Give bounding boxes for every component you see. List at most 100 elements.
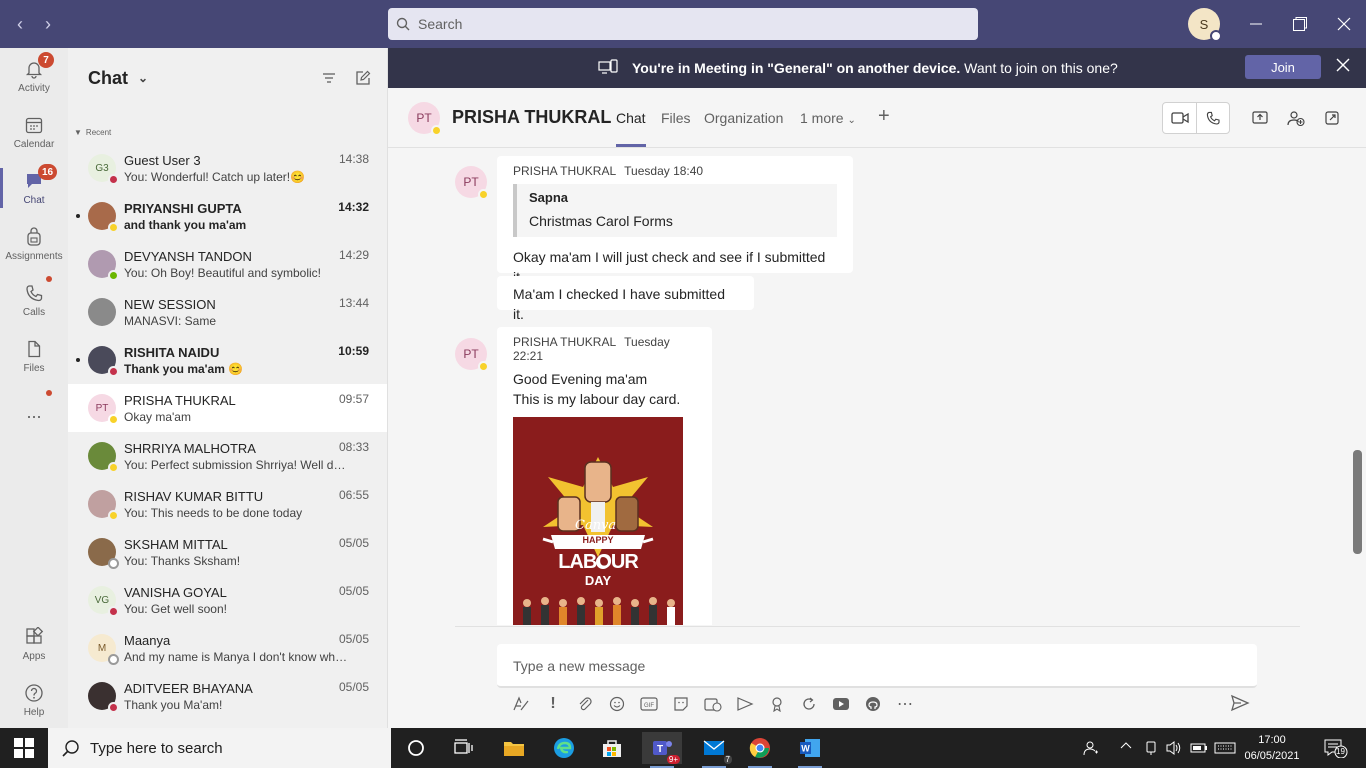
close-banner-icon[interactable] (1336, 58, 1350, 75)
filter-icon[interactable] (321, 70, 337, 86)
important-icon[interactable]: ! (542, 694, 564, 714)
meet-now-icon[interactable] (702, 694, 724, 714)
keyboard-icon[interactable] (1214, 740, 1236, 759)
compose-box[interactable]: Type a new message (497, 644, 1257, 688)
close-window-icon[interactable] (1332, 12, 1356, 36)
teams-icon[interactable]: T 9+ (642, 732, 682, 768)
tray-app-icon[interactable] (1144, 740, 1158, 759)
chat-header: PT PRISHA THUKRAL Chat Files Organizatio… (388, 88, 1366, 148)
rail-help[interactable]: Help (0, 672, 68, 728)
add-tab-icon[interactable]: + (878, 105, 890, 128)
taskbar-search-placeholder: Type here to search (90, 739, 223, 757)
github-icon[interactable] (862, 694, 884, 714)
chat-list-item[interactable]: NEW SESSION MANASVI: Same 13:44 (68, 288, 387, 336)
rail-chat[interactable]: Chat 16 (0, 160, 68, 216)
new-chat-icon[interactable] (355, 70, 371, 86)
gif-icon[interactable]: GIF (638, 694, 660, 714)
chat-list-item[interactable]: ADITVEER BHAYANA Thank you Ma'am! 05/05 (68, 672, 387, 720)
chat-badge: 16 (38, 164, 58, 180)
labour-day-card-image[interactable]: Canva HAPPY LABOUR DAY (513, 417, 683, 625)
loop-icon[interactable] (798, 694, 820, 714)
chat-list-item[interactable]: VG VANISHA GOYAL You: Get well soon! 05/05 (68, 576, 387, 624)
send-icon[interactable] (1230, 694, 1250, 715)
unread-dot (76, 214, 80, 218)
rail-activity[interactable]: Activity 7 (0, 48, 68, 104)
format-icon[interactable] (510, 694, 532, 714)
chat-preview: And my name is Manya I don't know why... (124, 649, 350, 664)
store-icon[interactable] (592, 732, 632, 764)
rail-calls[interactable]: Calls (0, 272, 68, 328)
message-bubble[interactable]: PRISHA THUKRAL Tuesday 18:40 Sapna Christ… (497, 156, 853, 285)
restore-icon[interactable] (1288, 12, 1312, 36)
file-explorer-icon[interactable] (494, 732, 534, 764)
add-people-icon[interactable] (1278, 103, 1314, 133)
recent-section-header[interactable]: ▼ Recent (68, 108, 387, 144)
more-options-icon[interactable]: ⋯ (894, 694, 916, 714)
sender-avatar[interactable]: PT (455, 166, 489, 200)
pop-out-icon[interactable] (1314, 103, 1350, 133)
youtube-icon[interactable] (830, 694, 852, 714)
taskbar-search[interactable]: Type here to search (48, 728, 391, 768)
rail-more[interactable]: ... (0, 384, 68, 440)
task-view-icon[interactable] (444, 732, 484, 764)
message-scrollbar[interactable] (1353, 450, 1362, 554)
back-arrow-icon[interactable]: ‹ (10, 14, 30, 35)
contact-avatar[interactable]: PT (408, 102, 442, 136)
chat-list-item[interactable]: DEVYANSH TANDON You: Oh Boy! Beautiful an… (68, 240, 387, 288)
quoted-message[interactable]: Sapna Christmas Carol Forms (513, 184, 837, 237)
phone-icon (26, 284, 43, 301)
emoji-icon[interactable] (606, 694, 628, 714)
chat-list-item[interactable]: PT PRISHA THUKRAL Okay ma'am 09:57 (68, 384, 387, 432)
praise-icon[interactable] (766, 694, 788, 714)
minimize-icon[interactable] (1244, 12, 1268, 36)
chat-preview: and thank you ma'am (124, 217, 247, 232)
card-brand-text: Canva (575, 518, 617, 533)
chat-list-item[interactable]: G3 Guest User 3 You: Wonderful! Catch up l… (68, 144, 387, 192)
attach-icon[interactable] (574, 694, 596, 714)
rail-calendar[interactable]: Calendar (0, 104, 68, 160)
card-labour-text: LABOUR (558, 551, 639, 573)
rail-assignments[interactable]: Assignments (0, 216, 68, 272)
search-box[interactable]: Search (388, 8, 978, 40)
windows-start-icon[interactable] (14, 738, 34, 761)
system-clock[interactable]: 17:00 06/05/2021 (1240, 732, 1304, 764)
word-icon[interactable]: W (790, 732, 830, 768)
people-icon[interactable] (1083, 740, 1099, 759)
rail-files[interactable]: Files (0, 328, 68, 384)
tab-more[interactable]: 1 more ⌄ (800, 110, 856, 126)
share-screen-icon[interactable] (1242, 103, 1278, 133)
mail-icon[interactable]: 7 (694, 732, 734, 768)
message-bubble[interactable]: PRISHA THUKRAL Tuesday 22:21 Good Evening… (497, 327, 712, 625)
quote-text: Christmas Carol Forms (529, 213, 673, 229)
chat-list-item[interactable]: RISHITA NAIDU Thank you ma'am 😊 10:59 (68, 336, 387, 384)
chrome-icon[interactable] (740, 732, 780, 768)
tab-files[interactable]: Files (661, 110, 691, 126)
chat-list-item[interactable]: PRIYANSHI GUPTA and thank you ma'am 14:32 (68, 192, 387, 240)
battery-icon[interactable] (1190, 740, 1208, 759)
stream-icon[interactable] (734, 694, 756, 714)
notification-center-icon[interactable]: 19 (1324, 738, 1348, 761)
forward-arrow-icon[interactable]: › (38, 14, 58, 35)
message-bubble[interactable]: Ma'am I checked I have submitted it. (497, 276, 754, 322)
volume-icon[interactable] (1166, 740, 1182, 759)
chat-list-item[interactable]: RISHAV KUMAR BITTU You: This needs to be … (68, 480, 387, 528)
user-avatar[interactable]: S (1188, 8, 1222, 42)
join-button[interactable]: Join (1245, 55, 1321, 79)
rail-apps[interactable]: Apps (0, 616, 68, 672)
tab-organization[interactable]: Organization (704, 110, 783, 126)
banner-text: Want to join on this one? (960, 60, 1118, 76)
cortana-icon[interactable] (396, 732, 436, 764)
sticker-icon[interactable] (670, 694, 692, 714)
chat-time: 14:32 (338, 200, 369, 214)
edge-icon[interactable] (544, 732, 584, 764)
sender-avatar[interactable]: PT (455, 338, 489, 372)
chat-time: 05/05 (338, 680, 369, 694)
audio-call-icon[interactable] (1196, 103, 1229, 133)
sender-status-indicator (478, 189, 489, 200)
tray-expand-icon[interactable] (1120, 738, 1132, 757)
tab-chat[interactable]: Chat (616, 110, 646, 147)
video-call-icon[interactable] (1163, 103, 1196, 133)
chat-list-item[interactable]: SKSHAM MITTAL You: Thanks Sksham! 05/05 (68, 528, 387, 576)
chat-list-item[interactable]: SHRRIYA MALHOTRA You: Perfect submission … (68, 432, 387, 480)
chat-list-item[interactable]: M Maanya And my name is Manya I don't know… (68, 624, 387, 672)
